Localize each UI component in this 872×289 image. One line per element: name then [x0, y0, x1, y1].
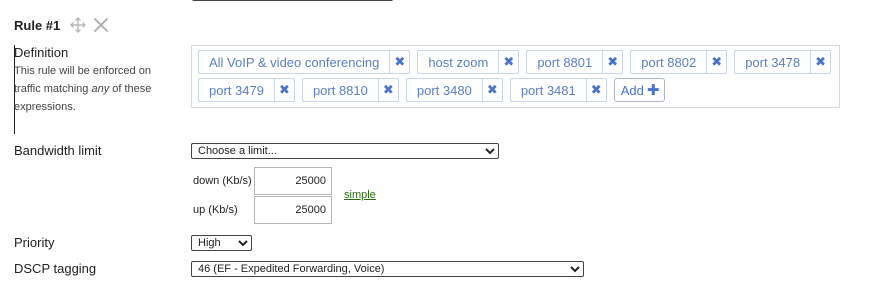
expression-tag-label: All VoIP & video conferencing — [209, 54, 380, 70]
add-expression-label: Add — [620, 82, 644, 98]
expression-tag-label: host zoom — [428, 54, 489, 70]
simple-mode-link[interactable]: simple — [344, 189, 376, 201]
move-arrows-icon[interactable] — [70, 17, 86, 33]
expression-tag[interactable]: port 3481 ✖ — [509, 78, 607, 102]
expression-tag-label: port 8810 — [312, 82, 368, 98]
expression-tag-label: port 8802 — [641, 54, 697, 70]
expression-tag[interactable]: port 3479 ✖ — [198, 78, 295, 102]
expression-tag[interactable]: port 8810 ✖ — [301, 78, 399, 102]
x-icon[interactable]: ✖ — [585, 79, 606, 101]
x-icon[interactable]: ✖ — [481, 79, 502, 101]
expression-tag[interactable]: port 3478 ✖ — [734, 50, 832, 74]
previous-select-edge — [191, 0, 394, 1]
expression-tag-label: port 3479 — [209, 82, 264, 98]
add-expression-button[interactable]: Add ✚ — [613, 78, 666, 102]
plus-icon: ✚ — [646, 82, 660, 99]
x-icon[interactable]: ✖ — [377, 79, 398, 101]
expression-tag-label: port 3481 — [520, 82, 576, 98]
expression-list: All VoIP & video conferencing ✖ host zoom… — [191, 45, 840, 108]
bandwidth-limit-label: Bandwidth limit — [14, 143, 102, 158]
x-icon[interactable]: ✖ — [602, 51, 622, 73]
bandwidth-down-input[interactable] — [254, 167, 332, 195]
bandwidth-down-label: down (Kb/s) — [193, 175, 252, 187]
priority-label: Priority — [14, 235, 55, 250]
definition-description: Definition This rule will be enforced on… — [14, 44, 184, 116]
x-icon[interactable]: ✖ — [273, 79, 294, 101]
expression-tag[interactable]: All VoIP & video conferencing ✖ — [198, 50, 411, 74]
bandwidth-up-input[interactable] — [254, 196, 332, 224]
expression-tag-label: port 3480 — [416, 82, 472, 98]
bandwidth-limit-select[interactable]: Choose a limit... — [191, 143, 499, 159]
expression-tag[interactable]: port 3480 ✖ — [405, 78, 503, 102]
close-icon[interactable] — [94, 18, 109, 32]
expression-tag[interactable]: host zoom ✖ — [417, 50, 520, 74]
rule-header: Rule #1 — [14, 14, 109, 36]
x-icon[interactable]: ✖ — [498, 51, 518, 73]
bandwidth-up-label: up (Kb/s) — [193, 204, 238, 216]
expression-tag-label: port 8801 — [537, 54, 593, 70]
expression-tag[interactable]: port 8802 ✖ — [630, 50, 728, 74]
expression-row-2: port 3479 ✖ port 8810 ✖ port 3480 ✖ port 34… — [198, 78, 666, 102]
expression-tag-label: port 3478 — [745, 54, 801, 70]
x-icon[interactable]: ✖ — [810, 51, 830, 73]
rule-title: Rule #1 — [14, 17, 61, 33]
definition-help-text: This rule will be enforced on traffic ma… — [14, 62, 164, 116]
priority-select[interactable]: High — [191, 235, 252, 251]
expression-tag[interactable]: port 8801 ✖ — [526, 50, 624, 74]
definition-help-emphasis: any — [91, 83, 110, 95]
definition-label: Definition — [14, 45, 69, 60]
dscp-tagging-select[interactable]: 46 (EF - Expedited Forwarding, Voice) — [191, 261, 584, 277]
dscp-tagging-label: DSCP tagging — [14, 261, 97, 276]
x-icon[interactable]: ✖ — [706, 51, 726, 73]
expression-row-1: All VoIP & video conferencing ✖ host zoom… — [198, 50, 832, 74]
x-icon[interactable]: ✖ — [389, 51, 409, 73]
